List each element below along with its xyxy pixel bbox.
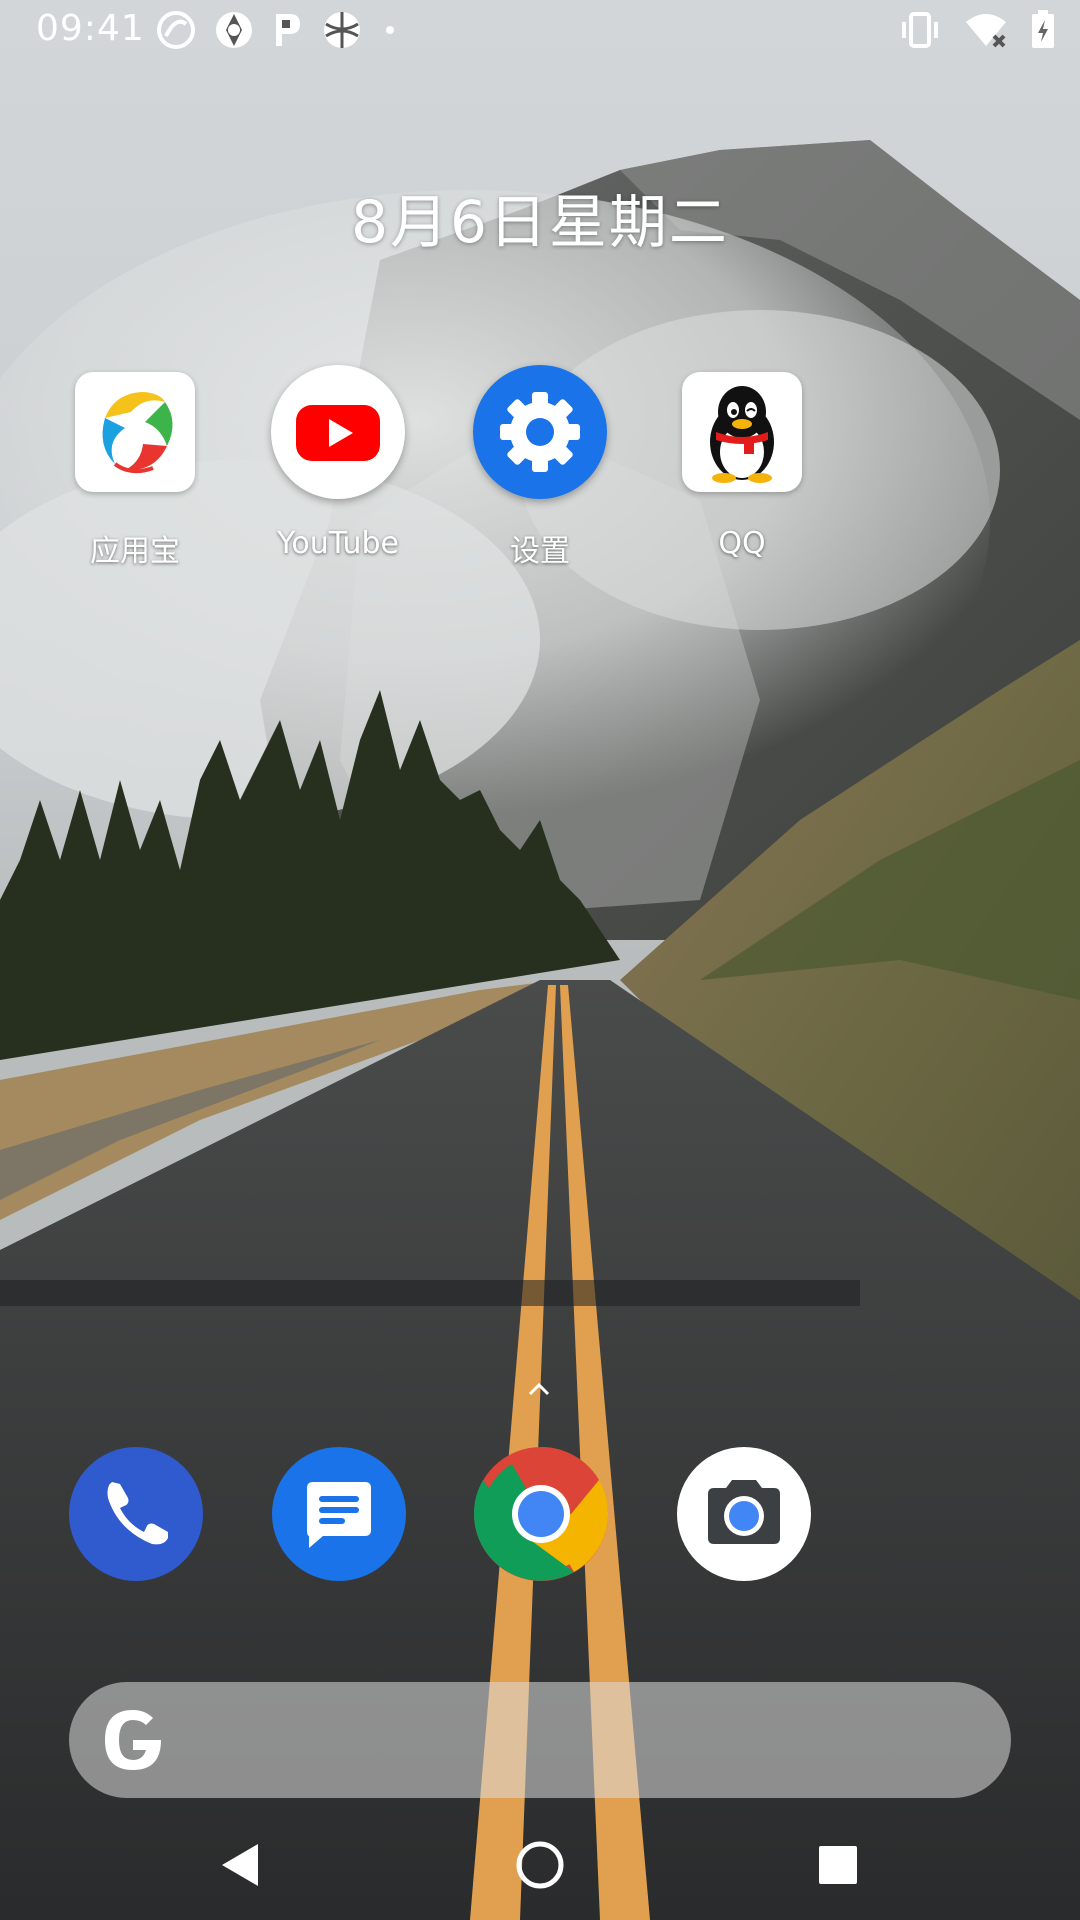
dock-chrome[interactable] (473, 1446, 609, 1582)
home-button[interactable] (505, 1830, 575, 1900)
app-youtube[interactable]: YouTube (238, 364, 438, 561)
navigation-bar (0, 1810, 1080, 1920)
home-icon (516, 1841, 564, 1889)
app-qq[interactable]: QQ (642, 364, 842, 561)
google-g-icon (99, 1706, 167, 1774)
wifi-off-icon (964, 10, 1008, 54)
vibrate-icon (898, 10, 942, 54)
status-bar: 09:41 (0, 0, 1080, 64)
qq-penguin-icon (682, 372, 802, 492)
date-widget[interactable]: 8月6日星期二 (0, 175, 1080, 259)
app-drawer-up-icon[interactable] (524, 1374, 554, 1404)
dock-messages[interactable] (271, 1446, 407, 1582)
more-dot-icon (380, 10, 400, 54)
app-label: 设置 (510, 534, 570, 569)
app-yingyongbao[interactable]: 应用宝 (35, 364, 235, 570)
google-search-bar[interactable] (69, 1682, 1011, 1798)
recents-icon (819, 1846, 857, 1884)
battery-charging-icon (1030, 10, 1056, 54)
app-settings[interactable]: 设置 (440, 364, 640, 570)
basketball-icon (322, 10, 362, 54)
app-label: YouTube (277, 526, 399, 561)
status-time: 09:41 (36, 8, 145, 49)
back-icon (222, 1844, 258, 1886)
recents-button[interactable] (803, 1830, 873, 1900)
phone-icon (69, 1447, 203, 1581)
p-badge-icon (272, 10, 304, 54)
youtube-icon (271, 365, 405, 499)
back-button[interactable] (205, 1830, 275, 1900)
camera-icon (677, 1447, 811, 1581)
notification-icons (156, 10, 400, 54)
dock-camera[interactable] (676, 1446, 812, 1582)
messages-icon (272, 1447, 406, 1581)
system-status-icons (898, 10, 1056, 54)
app-label: QQ (718, 526, 766, 561)
sync-icon (156, 10, 196, 54)
app-label: 应用宝 (90, 534, 180, 569)
yingyongbao-icon (75, 372, 195, 492)
chrome-icon (473, 1446, 609, 1581)
wallpaper-mountain-road (0, 0, 1080, 1920)
dock-phone[interactable] (68, 1446, 204, 1582)
aperture-icon (214, 10, 254, 54)
settings-gear-icon (473, 365, 607, 499)
